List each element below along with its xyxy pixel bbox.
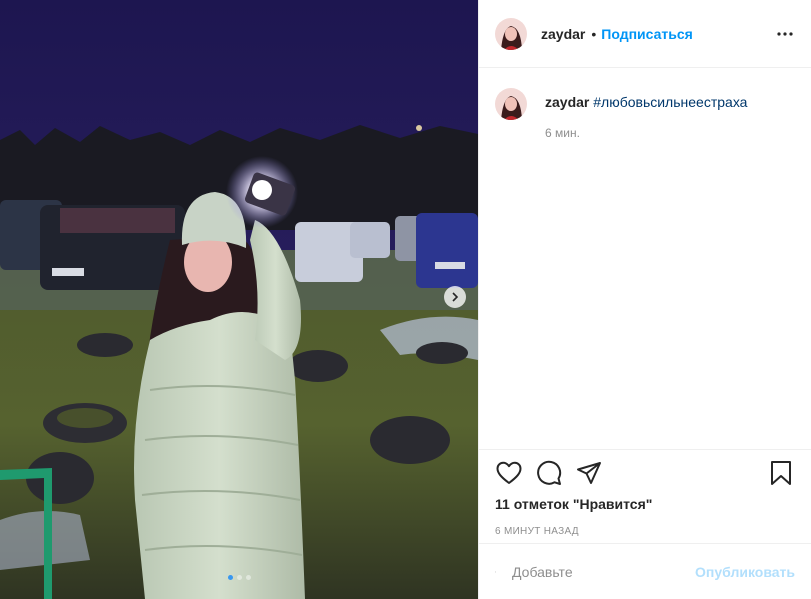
caption-time: 6 мин. bbox=[545, 126, 580, 140]
action-icons bbox=[495, 450, 795, 496]
save-button[interactable] bbox=[767, 459, 795, 487]
carousel-next-button[interactable] bbox=[444, 286, 466, 308]
post-actions: 11 отметок "Нравится" 6 минут назад bbox=[479, 449, 811, 537]
caption-line: zaydar #любовьсильнеестраха bbox=[545, 93, 747, 111]
publish-button[interactable]: Опубликовать bbox=[695, 564, 795, 580]
avatar-image bbox=[495, 17, 527, 50]
carousel-dot-2 bbox=[236, 575, 242, 580]
chevron-right-icon bbox=[452, 292, 459, 302]
caption-username[interactable]: zaydar bbox=[545, 94, 589, 110]
comment-button[interactable] bbox=[535, 459, 563, 487]
post-media[interactable] bbox=[0, 0, 478, 599]
avatar-image bbox=[495, 88, 527, 120]
emoji-icon[interactable] bbox=[495, 559, 496, 585]
share-icon bbox=[577, 462, 601, 484]
comments-area: zaydar #любовьсильнеестраха 6 мин. bbox=[479, 68, 811, 448]
carousel-indicator bbox=[0, 575, 478, 580]
carousel-dot-3 bbox=[245, 575, 251, 580]
carousel-dot-1 bbox=[227, 575, 233, 580]
caption: zaydar #любовьсильнеестраха 6 мин. bbox=[495, 84, 795, 140]
header-username[interactable]: zaydar bbox=[541, 26, 585, 42]
avatar[interactable] bbox=[495, 17, 527, 50]
bookmark-icon bbox=[771, 461, 791, 485]
more-horizontal-icon bbox=[777, 31, 793, 36]
post-photo bbox=[0, 0, 478, 599]
share-button[interactable] bbox=[575, 459, 603, 487]
add-comment-bar: Опубликовать bbox=[479, 543, 811, 599]
follow-button[interactable]: Подписаться bbox=[601, 26, 693, 42]
heart-icon bbox=[496, 461, 522, 484]
comment-icon bbox=[537, 460, 562, 485]
caption-avatar[interactable] bbox=[495, 88, 527, 120]
header-separator: • bbox=[591, 25, 597, 42]
more-options-button[interactable] bbox=[775, 24, 795, 44]
post: zaydar • Подписаться zaydar #любовьсильн… bbox=[0, 0, 811, 599]
post-header: zaydar • Подписаться bbox=[479, 0, 811, 68]
caption-body: zaydar #любовьсильнеестраха 6 мин. bbox=[545, 84, 747, 140]
caption-hashtag[interactable]: #любовьсильнеестраха bbox=[593, 94, 747, 110]
comment-input[interactable] bbox=[510, 562, 696, 581]
likes-count[interactable]: 11 отметок "Нравится" bbox=[495, 496, 795, 512]
like-button[interactable] bbox=[495, 459, 523, 487]
post-side-panel: zaydar • Подписаться zaydar #любовьсильн… bbox=[478, 0, 811, 599]
post-time-ago[interactable]: 6 минут назад bbox=[495, 526, 795, 537]
